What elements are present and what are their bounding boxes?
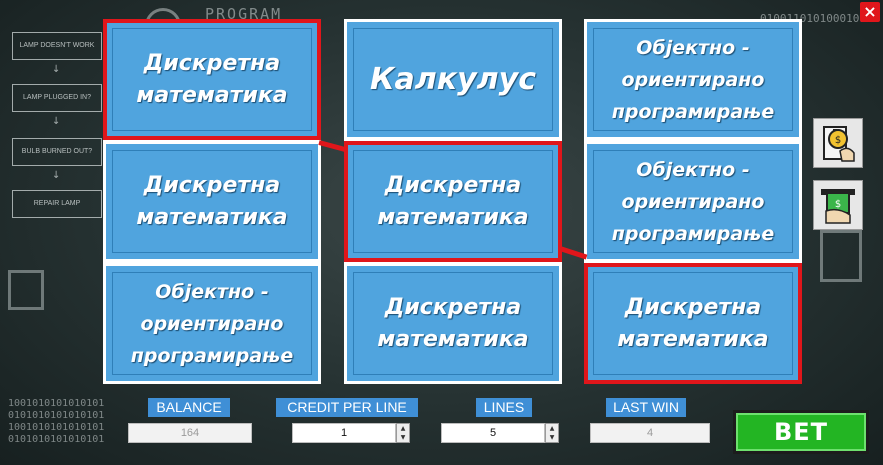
credit-per-line-label: CREDIT PER LINE: [276, 398, 418, 417]
reel-3-cell-3: Дискретна математика: [584, 263, 802, 384]
insert-credit-button[interactable]: $: [813, 118, 863, 168]
reel-1: Дискретна математика Дискретна математик…: [103, 19, 321, 384]
reel-2-cell-3: Дискретна математика: [347, 266, 559, 381]
flow-arrow-icon: ↓: [52, 116, 61, 127]
flow-step-3: BULB BURNED OUT?: [12, 138, 102, 166]
lines-input[interactable]: 5: [441, 423, 545, 443]
flow-step-2: LAMP PLUGGED IN?: [12, 84, 102, 112]
last-win-field: 4: [590, 423, 710, 443]
last-win-label: LAST WIN: [606, 398, 686, 417]
flow-step-1: LAMP DOESN'T WORK: [12, 32, 102, 60]
balance-label: BALANCE: [148, 398, 230, 417]
close-button[interactable]: ×: [860, 2, 880, 22]
symbol-text: Дискретна математика: [617, 294, 769, 352]
flow-step-4: REPAIR LAMP: [12, 190, 102, 218]
binary-doodle-4: 0101010101010101: [8, 434, 105, 445]
reel-1-cell-1: Дискретна математика: [103, 19, 321, 140]
stepper-up-icon[interactable]: ▲: [397, 424, 409, 433]
lines-stepper[interactable]: ▲ ▼: [545, 423, 559, 443]
floppy-doodle-icon: [8, 270, 44, 310]
symbol-text: Дискретна математика: [377, 294, 529, 352]
binary-doodle-3: 1001010101010101: [8, 422, 105, 433]
reel-2-cell-2: Дискретна математика: [344, 141, 562, 262]
symbol-text: Дискретна математика: [136, 172, 288, 230]
reel-3: Објектно - ориентирано програмирање Обје…: [584, 19, 802, 384]
symbol-text: Објектно - ориентирано програмирање: [130, 280, 294, 367]
coin-insert-icon: $: [823, 126, 855, 162]
symbol-text: Дискретна математика: [136, 50, 288, 108]
symbol-text: Калкулус: [370, 61, 536, 97]
reel-3-cell-1: Објектно - ориентирано програмирање: [587, 22, 799, 137]
cash-out-button[interactable]: $: [813, 180, 863, 230]
symbol-text: Дискретна математика: [377, 172, 529, 230]
lines-label: LINES: [476, 398, 532, 417]
stepper-down-icon[interactable]: ▼: [397, 433, 409, 442]
flow-arrow-icon: ↓: [52, 170, 61, 181]
reel-3-cell-2: Објектно - ориентирано програмирање: [587, 144, 799, 259]
bet-button-label: BET: [736, 413, 866, 451]
binary-doodle-2: 0101010101010101: [8, 410, 105, 421]
symbol-text: Објектно - ориентирано програмирање: [611, 36, 775, 123]
symbol-text: Објектно - ориентирано програмирање: [611, 158, 775, 245]
reel-2: Калкулус Дискретна математика Дискретна …: [344, 19, 562, 384]
flow-arrow-icon: ↓: [52, 64, 61, 75]
svg-text:$: $: [835, 135, 841, 146]
credit-per-line-input[interactable]: 1: [292, 423, 396, 443]
stepper-up-icon[interactable]: ▲: [546, 424, 558, 433]
binary-doodle-1: 1001010101010101: [8, 398, 105, 409]
cash-out-icon: $: [821, 189, 855, 224]
reel-1-cell-3: Објектно - ориентирано програмирање: [106, 266, 318, 381]
download-doodle-icon: [820, 230, 862, 282]
reel-1-cell-2: Дискретна математика: [106, 144, 318, 259]
reel-2-cell-1: Калкулус: [347, 22, 559, 137]
balance-field: 164: [128, 423, 252, 443]
stepper-down-icon[interactable]: ▼: [546, 433, 558, 442]
credit-per-line-stepper[interactable]: ▲ ▼: [396, 423, 410, 443]
svg-text:$: $: [835, 199, 841, 210]
bet-button[interactable]: BET: [733, 410, 869, 454]
